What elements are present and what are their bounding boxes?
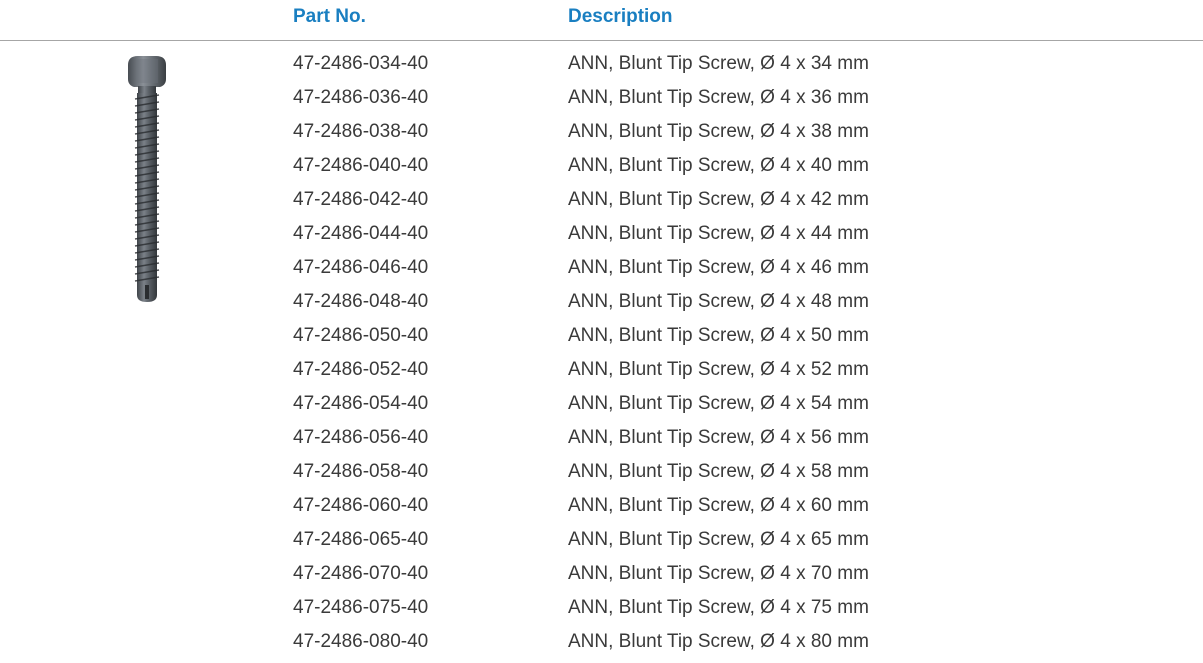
part-description: ANN, Blunt Tip Screw, Ø 4 x 58 mm — [568, 461, 869, 482]
table-row: 47-2486-044-40 ANN, Blunt Tip Screw, Ø 4… — [0, 218, 1203, 252]
part-description: ANN, Blunt Tip Screw, Ø 4 x 60 mm — [568, 495, 869, 516]
part-number: 47-2486-040-40 — [293, 155, 429, 176]
table-row: 47-2486-042-40 ANN, Blunt Tip Screw, Ø 4… — [0, 184, 1203, 218]
part-description: ANN, Blunt Tip Screw, Ø 4 x 65 mm — [568, 529, 869, 550]
part-number: 47-2486-036-40 — [293, 87, 429, 108]
table-row: 47-2486-054-40 ANN, Blunt Tip Screw, Ø 4… — [0, 388, 1203, 422]
table-row: 47-2486-060-40 ANN, Blunt Tip Screw, Ø 4… — [0, 490, 1203, 524]
table-row: 47-2486-065-40 ANN, Blunt Tip Screw, Ø 4… — [0, 524, 1203, 558]
part-number: 47-2486-058-40 — [293, 461, 429, 482]
part-description: ANN, Blunt Tip Screw, Ø 4 x 42 mm — [568, 189, 869, 210]
part-description: ANN, Blunt Tip Screw, Ø 4 x 52 mm — [568, 359, 869, 380]
part-number: 47-2486-044-40 — [293, 223, 429, 244]
part-number: 47-2486-034-40 — [293, 53, 429, 74]
table-row: 47-2486-040-40 ANN, Blunt Tip Screw, Ø 4… — [0, 150, 1203, 184]
part-number: 47-2486-038-40 — [293, 121, 429, 142]
part-description: ANN, Blunt Tip Screw, Ø 4 x 50 mm — [568, 325, 869, 346]
table-row: 47-2486-070-40 ANN, Blunt Tip Screw, Ø 4… — [0, 558, 1203, 592]
part-description: ANN, Blunt Tip Screw, Ø 4 x 54 mm — [568, 393, 869, 414]
part-number: 47-2486-070-40 — [293, 563, 429, 584]
part-number: 47-2486-052-40 — [293, 359, 429, 380]
table-row: 47-2486-048-40 ANN, Blunt Tip Screw, Ø 4… — [0, 286, 1203, 320]
parts-table: 47-2486-034-40 ANN, Blunt Tip Screw, Ø 4… — [0, 48, 1203, 660]
part-description: ANN, Blunt Tip Screw, Ø 4 x 44 mm — [568, 223, 869, 244]
table-row: 47-2486-036-40 ANN, Blunt Tip Screw, Ø 4… — [0, 82, 1203, 116]
column-header-description: Description — [568, 6, 673, 27]
table-row: 47-2486-038-40 ANN, Blunt Tip Screw, Ø 4… — [0, 116, 1203, 150]
table-row: 47-2486-034-40 ANN, Blunt Tip Screw, Ø 4… — [0, 48, 1203, 82]
column-header-part-no: Part No. — [293, 6, 366, 27]
table-header: Part No. Description — [0, 0, 1203, 40]
part-number: 47-2486-042-40 — [293, 189, 429, 210]
page: { "table": { "headers": { "part_no": "Pa… — [0, 0, 1203, 663]
part-description: ANN, Blunt Tip Screw, Ø 4 x 40 mm — [568, 155, 869, 176]
part-number: 47-2486-054-40 — [293, 393, 429, 414]
part-description: ANN, Blunt Tip Screw, Ø 4 x 80 mm — [568, 631, 869, 652]
part-number: 47-2486-060-40 — [293, 495, 429, 516]
part-description: ANN, Blunt Tip Screw, Ø 4 x 38 mm — [568, 121, 869, 142]
part-number: 47-2486-046-40 — [293, 257, 429, 278]
part-description: ANN, Blunt Tip Screw, Ø 4 x 56 mm — [568, 427, 869, 448]
table-row: 47-2486-058-40 ANN, Blunt Tip Screw, Ø 4… — [0, 456, 1203, 490]
part-number: 47-2486-065-40 — [293, 529, 429, 550]
part-number: 47-2486-048-40 — [293, 291, 429, 312]
part-description: ANN, Blunt Tip Screw, Ø 4 x 34 mm — [568, 53, 869, 74]
table-row: 47-2486-080-40 ANN, Blunt Tip Screw, Ø 4… — [0, 626, 1203, 660]
table-row: 47-2486-056-40 ANN, Blunt Tip Screw, Ø 4… — [0, 422, 1203, 456]
part-description: ANN, Blunt Tip Screw, Ø 4 x 75 mm — [568, 597, 869, 618]
table-row: 47-2486-050-40 ANN, Blunt Tip Screw, Ø 4… — [0, 320, 1203, 354]
header-divider — [0, 40, 1203, 41]
table-row: 47-2486-075-40 ANN, Blunt Tip Screw, Ø 4… — [0, 592, 1203, 626]
part-description: ANN, Blunt Tip Screw, Ø 4 x 36 mm — [568, 87, 869, 108]
part-description: ANN, Blunt Tip Screw, Ø 4 x 70 mm — [568, 563, 869, 584]
part-description: ANN, Blunt Tip Screw, Ø 4 x 46 mm — [568, 257, 869, 278]
part-number: 47-2486-080-40 — [293, 631, 429, 652]
table-row: 47-2486-046-40 ANN, Blunt Tip Screw, Ø 4… — [0, 252, 1203, 286]
part-number: 47-2486-075-40 — [293, 597, 429, 618]
table-row: 47-2486-052-40 ANN, Blunt Tip Screw, Ø 4… — [0, 354, 1203, 388]
part-number: 47-2486-056-40 — [293, 427, 429, 448]
part-description: ANN, Blunt Tip Screw, Ø 4 x 48 mm — [568, 291, 869, 312]
part-number: 47-2486-050-40 — [293, 325, 429, 346]
